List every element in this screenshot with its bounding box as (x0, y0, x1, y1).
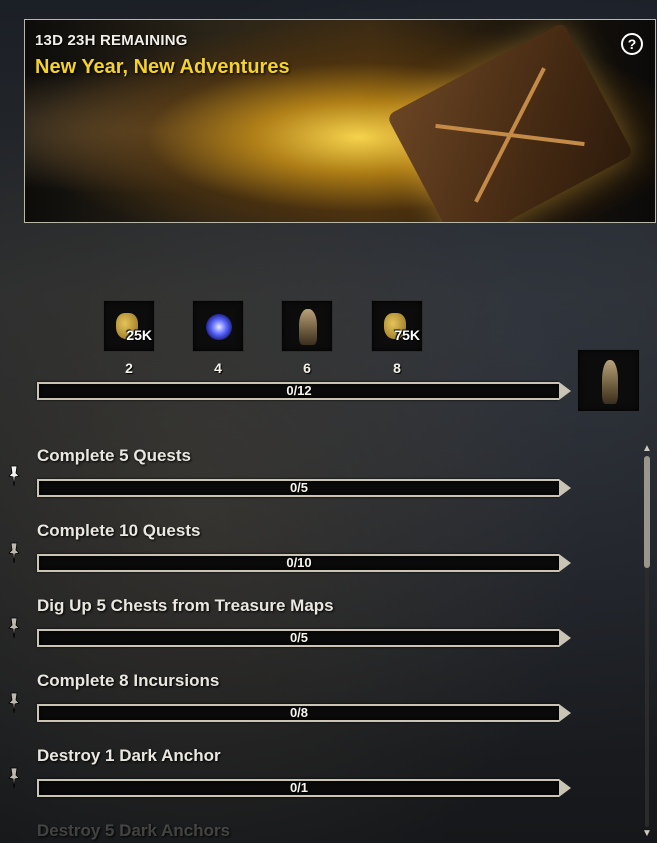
milestone-value: 4 (214, 360, 222, 376)
pin-icon[interactable] (7, 542, 21, 564)
milestone-reward-4[interactable]: 75K (371, 300, 423, 352)
task-title: Dig Up 5 Chests from Treasure Maps (37, 596, 334, 615)
pin-icon[interactable] (7, 465, 21, 487)
scroll-down-icon[interactable]: ▼ (642, 829, 652, 839)
pin-icon[interactable] (7, 617, 21, 639)
event-banner: 13D 23H REMAINING New Year, New Adventur… (24, 19, 656, 223)
task-title: Complete 8 Incursions (37, 671, 220, 690)
task-progress-bar: 0/8 (37, 704, 571, 722)
task-list-scrollbar[interactable]: ▲ ▼ (642, 444, 652, 839)
outfit-figure-icon (602, 360, 618, 404)
milestone-reward-2[interactable] (192, 300, 244, 352)
final-reward[interactable] (577, 349, 640, 412)
event-title: New Year, New Adventures (35, 56, 290, 78)
milestone-value: 6 (303, 360, 311, 376)
pin-icon[interactable] (7, 692, 21, 714)
overall-progress-label: 0/12 (286, 383, 312, 398)
task-title: Destroy 5 Dark Anchors (37, 821, 231, 840)
task-progress-label: 0/1 (289, 780, 309, 795)
task-progress-bar: 0/5 (37, 479, 571, 497)
task-progress-label: 0/5 (289, 630, 309, 645)
task-title: Destroy 1 Dark Anchor (37, 746, 221, 765)
scroll-up-icon[interactable]: ▲ (642, 444, 652, 454)
task-progress-label: 0/10 (286, 555, 312, 570)
task-title: Complete 10 Quests (37, 521, 201, 540)
task-progress-label: 0/5 (289, 480, 309, 495)
milestone-value: 8 (393, 360, 401, 376)
question-circle-icon[interactable]: ? (621, 33, 643, 55)
task-progress-label: 0/8 (289, 705, 309, 720)
task-title: Complete 5 Quests (37, 446, 191, 465)
tome-image (386, 21, 634, 222)
pin-icon[interactable] (7, 767, 21, 789)
milestone-reward-3[interactable] (281, 300, 333, 352)
milestone-value: 2 (125, 360, 133, 376)
task-progress-bar: 0/5 (37, 629, 571, 647)
overall-progress-bar: 0/12 (37, 382, 571, 400)
scroll-thumb[interactable] (644, 456, 650, 568)
statue-icon (299, 309, 317, 345)
time-remaining: 13D 23H REMAINING (35, 32, 188, 49)
reward-amount: 75K (394, 327, 420, 343)
task-progress-bar: 0/10 (37, 554, 571, 572)
reward-amount: 25K (126, 327, 152, 343)
milestone-reward-1[interactable]: 25K (103, 300, 155, 352)
task-progress-bar: 0/1 (37, 779, 571, 797)
transmute-crystal-icon (206, 314, 232, 340)
